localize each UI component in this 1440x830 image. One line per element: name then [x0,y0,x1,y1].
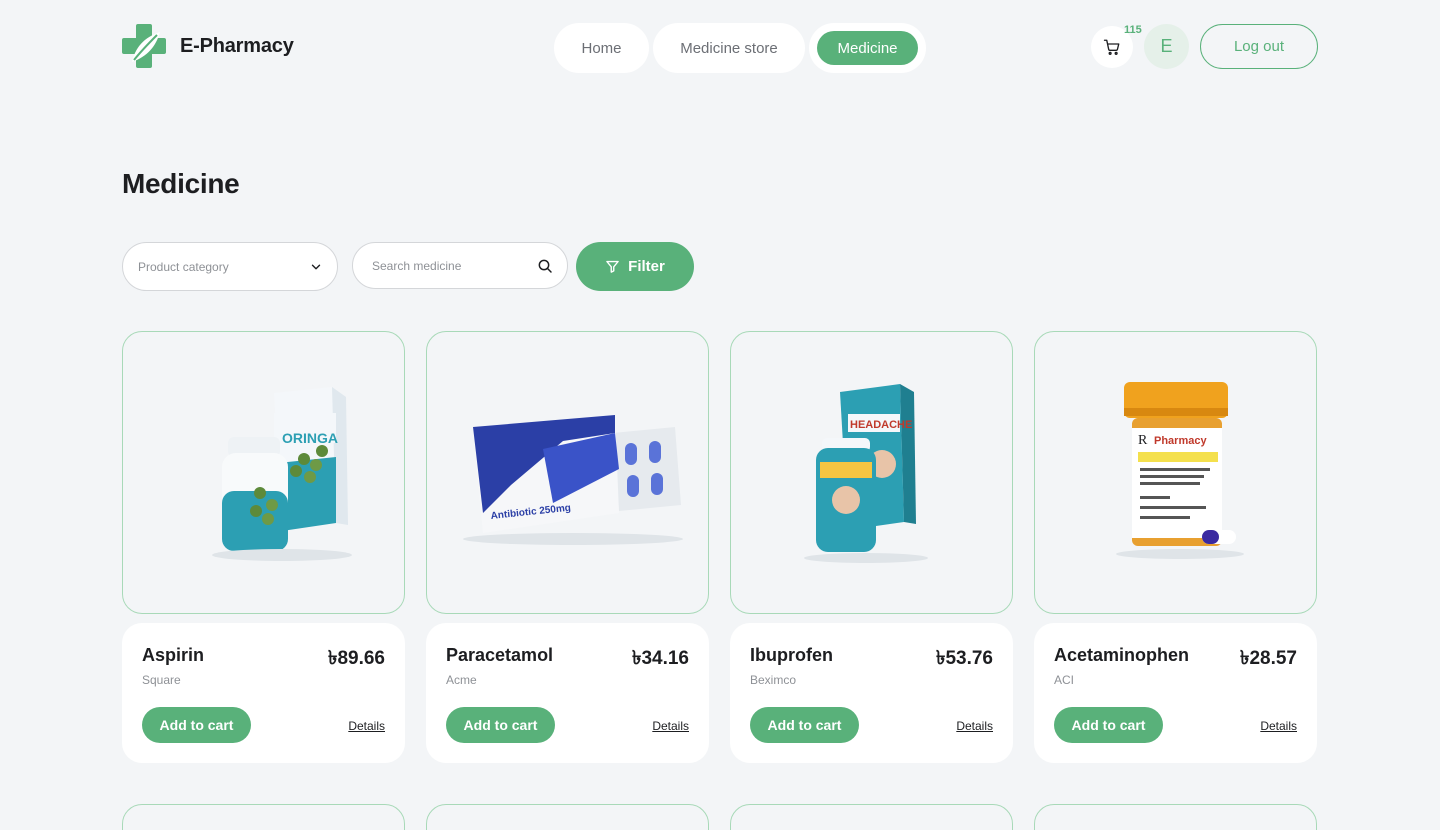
cart-count-badge: 115 [1124,24,1142,36]
svg-text:ORINGA: ORINGA [282,430,338,446]
page-title: Medicine [122,168,240,199]
main-nav: Home Medicine store Medicine [554,23,926,73]
product-card: ORINGA Aspirin ৳89.66 Square Add to cart… [122,331,405,763]
product-image-antibiotic[interactable]: Antibiotic 250mg [426,331,709,614]
filter-label: Filter [628,258,665,275]
nav-medicine-store[interactable]: Medicine store [653,23,805,73]
product-card-next-row[interactable] [122,804,405,830]
product-image-headache[interactable]: HEADACHE [730,331,1013,614]
search-icon[interactable] [537,258,553,274]
antibiotic-blister-image: Antibiotic 250mg [462,414,683,545]
details-link[interactable]: Details [652,719,689,733]
moringa-supplement-image: ORINGA [211,386,352,561]
product-info: Paracetamol ৳34.16 Acme Add to cart Deta… [426,623,709,763]
product-brand: Beximco [750,673,797,687]
pill-bottle-label: Pharmacy [1154,435,1207,447]
product-card-next-row[interactable] [730,804,1013,830]
page: E-Pharmacy Home Medicine store Medicine … [0,0,1440,830]
search-box [352,242,568,289]
category-placeholder: Product category [138,259,229,274]
product-card: R Pharmacy Acetaminophen ৳28.57 ACI Add … [1034,331,1317,763]
product-name: Ibuprofen [750,645,833,665]
details-link[interactable]: Details [1260,719,1297,733]
product-price: ৳34.16 [631,648,689,669]
svg-text:R: R [1138,433,1148,448]
product-card-next-row[interactable] [1034,804,1317,830]
add-to-cart-button[interactable]: Add to cart [142,707,251,743]
cart-icon [1103,39,1120,55]
product-brand: Acme [446,673,477,687]
product-price: ৳53.76 [935,648,993,669]
cross-leaf-icon [122,24,166,68]
product-card: HEADACHE Ibuprofen ৳53.76 Beximco Add to… [730,331,1013,763]
product-info: Acetaminophen ৳28.57 ACI Add to cart Det… [1034,623,1317,763]
add-to-cart-button[interactable]: Add to cart [1054,707,1163,743]
headache-box-label: HEADACHE [850,419,912,431]
pill-bottle-image: R Pharmacy [1115,381,1244,559]
details-link[interactable]: Details [956,719,993,733]
product-image-moringa[interactable]: ORINGA [122,331,405,614]
product-price: ৳28.57 [1239,648,1297,669]
details-link[interactable]: Details [348,719,385,733]
add-to-cart-button[interactable]: Add to cart [446,707,555,743]
add-to-cart-button[interactable]: Add to cart [750,707,859,743]
nav-medicine[interactable]: Medicine [809,23,926,73]
logo[interactable]: E-Pharmacy [122,24,294,68]
chevron-down-icon [311,264,321,269]
headache-relief-image: HEADACHE [803,383,928,563]
product-brand: ACI [1054,673,1075,687]
product-info: Ibuprofen ৳53.76 Beximco Add to cart Det… [730,623,1013,763]
search-input[interactable] [372,258,522,273]
product-image-pill-bottle[interactable]: R Pharmacy [1034,331,1317,614]
product-name: Aspirin [142,645,205,665]
avatar[interactable]: E [1144,24,1189,69]
product-info: Aspirin ৳89.66 Square Add to cart Detail… [122,623,405,763]
filter-icon [606,260,619,273]
product-card: Antibiotic 250mg Paracetamol ৳34.16 Acme… [426,331,709,763]
product-card-next-row[interactable] [426,804,709,830]
nav-medicine-label: Medicine [817,31,918,65]
product-brand: Square [142,673,181,687]
product-name: Acetaminophen [1054,645,1190,665]
logout-button[interactable]: Log out [1200,24,1318,69]
category-select[interactable]: Product category [122,242,338,291]
brand-name: E-Pharmacy [180,34,294,57]
filter-button[interactable]: Filter [576,242,694,291]
product-name: Paracetamol [446,645,554,665]
header: E-Pharmacy Home Medicine store Medicine … [0,0,1440,96]
product-price: ৳89.66 [327,648,385,669]
nav-home[interactable]: Home [554,23,649,73]
